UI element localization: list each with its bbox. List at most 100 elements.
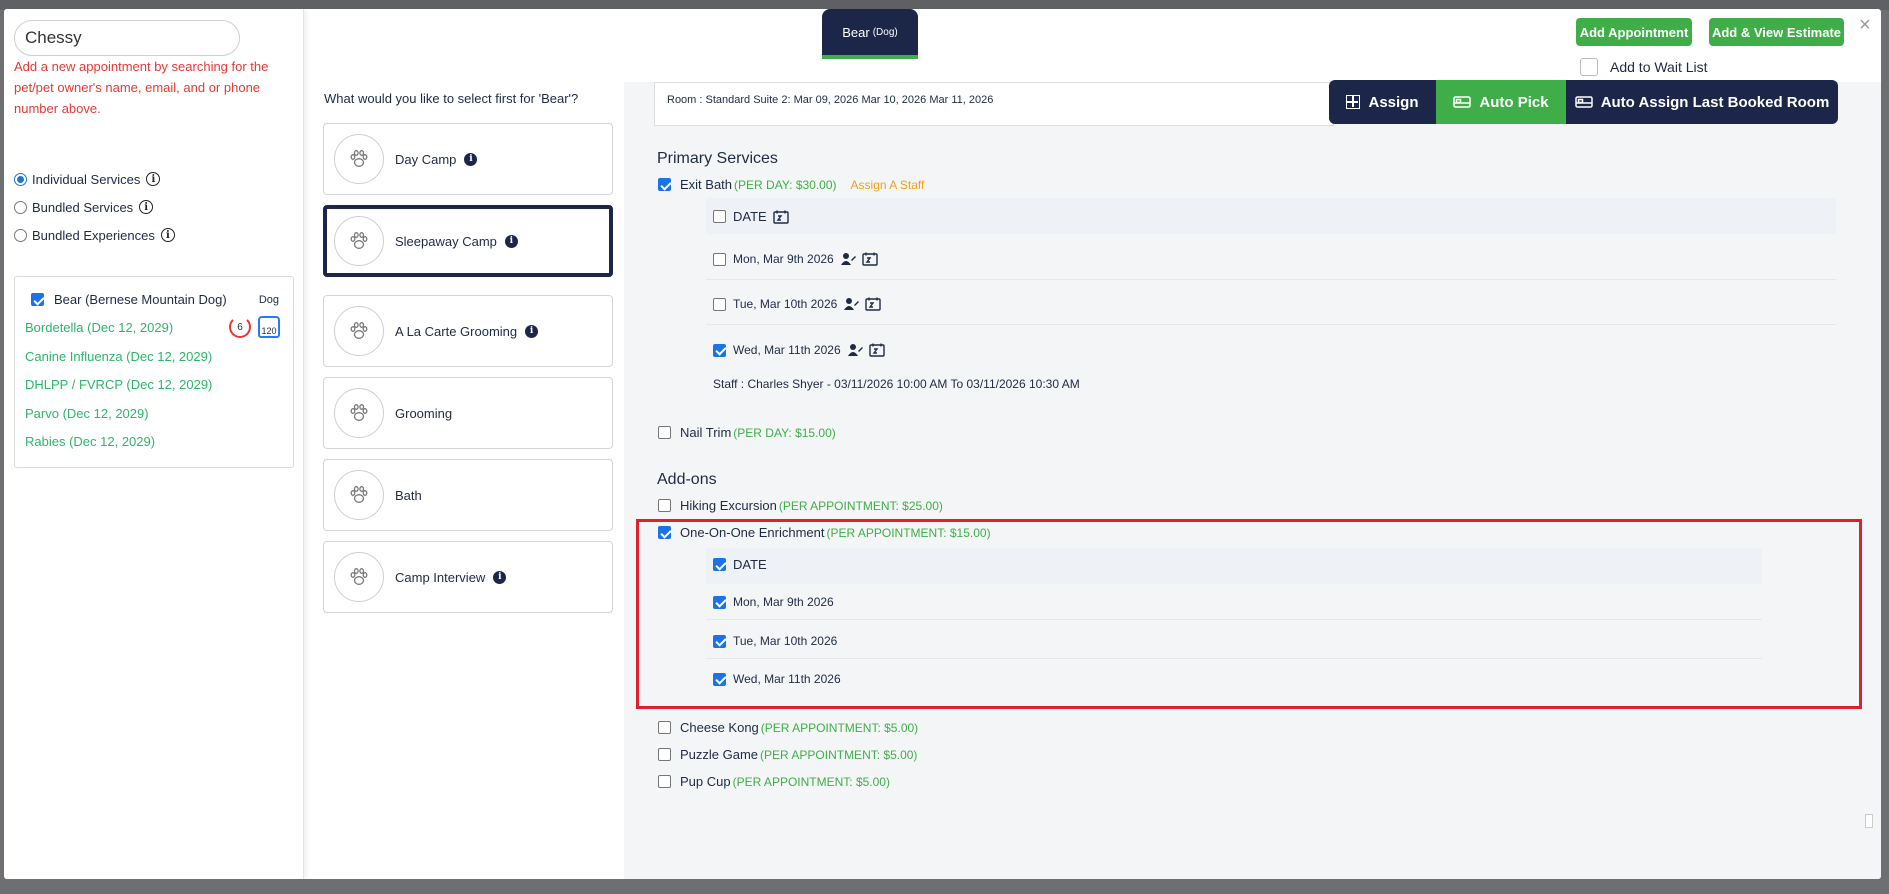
info-icon[interactable]: i bbox=[139, 200, 154, 214]
addon-cheese-kong[interactable]: Cheese Kong (PER APPOINTMENT: $5.00) bbox=[658, 720, 918, 735]
pet-name: Bear (Bernese Mountain Dog) bbox=[54, 292, 227, 307]
select-all-dates-checkbox[interactable] bbox=[713, 210, 726, 223]
paw-icon bbox=[334, 388, 384, 438]
info-icon[interactable]: i bbox=[464, 152, 478, 166]
auto-pick-button[interactable]: Auto Pick bbox=[1436, 80, 1566, 124]
pet-checkbox[interactable] bbox=[31, 293, 44, 306]
info-icon[interactable]: i bbox=[146, 172, 161, 186]
service-name: Exit Bath bbox=[680, 177, 733, 192]
calendar-assign-icon[interactable] bbox=[862, 252, 878, 266]
addon-puzzle-game[interactable]: Puzzle Game (PER APPOINTMENT: $5.00) bbox=[658, 747, 917, 762]
assign-staff-icon[interactable] bbox=[847, 343, 863, 357]
wait-list-checkbox[interactable] bbox=[1580, 58, 1598, 76]
info-icon[interactable]: i bbox=[504, 234, 518, 248]
primary-services-heading: Primary Services bbox=[657, 150, 778, 167]
date-checkbox[interactable] bbox=[713, 252, 726, 266]
pet-tab-type: (Dog) bbox=[872, 26, 898, 38]
service-nail-trim[interactable]: Nail Trim (PER DAY: $15.00) bbox=[658, 425, 836, 440]
assign-staff-icon[interactable] bbox=[840, 252, 856, 266]
weight-icon: 120 bbox=[258, 316, 280, 338]
info-icon[interactable]: i bbox=[525, 324, 539, 338]
row-divider bbox=[706, 279, 1836, 280]
addon-name: Hiking Excursion bbox=[680, 498, 777, 513]
service-card-camp-interview[interactable]: Camp Interview i bbox=[323, 541, 613, 613]
auto-assign-label: Auto Assign Last Booked Room bbox=[1600, 93, 1830, 111]
paw-icon bbox=[334, 134, 384, 184]
grid-icon bbox=[1346, 95, 1361, 109]
service-price: (PER DAY: $30.00) bbox=[734, 177, 837, 192]
addon-hiking-excursion[interactable]: Hiking Excursion (PER APPOINTMENT: $25.0… bbox=[658, 498, 943, 513]
service-label: Camp Interview bbox=[395, 569, 486, 585]
service-label: A La Carte Grooming bbox=[395, 323, 518, 339]
service-label: Bath bbox=[395, 487, 422, 503]
date-label: Mon, Mar 9th 2026 bbox=[733, 252, 834, 266]
service-card-grooming[interactable]: Grooming bbox=[323, 377, 613, 449]
radio-bundled-experiences[interactable]: Bundled Experiences i bbox=[14, 221, 175, 249]
info-icon[interactable]: i bbox=[493, 570, 507, 584]
paw-icon bbox=[334, 470, 384, 520]
radio-label: Individual Services bbox=[32, 171, 141, 187]
date-checkbox[interactable] bbox=[713, 297, 726, 311]
radio-individual-services[interactable]: Individual Services i bbox=[14, 165, 175, 193]
nail-trim-checkbox[interactable] bbox=[658, 426, 671, 439]
service-label: Day Camp bbox=[395, 151, 457, 167]
calendar-assign-icon[interactable] bbox=[773, 210, 789, 224]
add-appointment-button[interactable]: Add Appointment bbox=[1576, 18, 1692, 46]
assign-room-button[interactable]: Assign bbox=[1329, 80, 1436, 124]
addon-pup-cup[interactable]: Pup Cup (PER APPOINTMENT: $5.00) bbox=[658, 774, 890, 789]
vaccination-item: Rabies (Dec 12, 2029) bbox=[25, 434, 156, 449]
service-card-sleepaway-camp[interactable]: Sleepaway Camp i bbox=[323, 205, 613, 277]
radio-label: Bundled Services bbox=[32, 199, 134, 215]
staff-assignment: Staff : Charles Shyer - 03/11/2026 10:00… bbox=[713, 377, 1080, 391]
bed-icon bbox=[1574, 96, 1593, 108]
exit-bath-date-row[interactable]: Wed, Mar 11th 2026 bbox=[713, 343, 885, 357]
exit-bath-date-row[interactable]: Tue, Mar 10th 2026 bbox=[713, 297, 881, 311]
hiking-checkbox[interactable] bbox=[658, 499, 671, 512]
assign-label: Assign bbox=[1368, 93, 1419, 111]
search-hint: Add a new appointment by searching for t… bbox=[14, 59, 269, 116]
add-view-estimate-button[interactable]: Add & View Estimate bbox=[1709, 18, 1844, 46]
appointment-modal: Chessy Add a new appointment by searchin… bbox=[4, 9, 1881, 879]
radio-button[interactable] bbox=[14, 228, 27, 242]
service-details-panel: Room : Standard Suite 2: Mar 09, 2026 Ma… bbox=[624, 80, 1881, 879]
pet-select[interactable]: Bear (Bernese Mountain Dog) bbox=[31, 292, 227, 307]
vaccine-reminder-icon[interactable]: 6 bbox=[229, 316, 251, 338]
radio-button[interactable] bbox=[14, 200, 27, 214]
date-checkbox[interactable] bbox=[713, 343, 726, 357]
service-question: What would you like to select first for … bbox=[324, 91, 579, 106]
paw-icon bbox=[334, 216, 384, 266]
exit-bath-date-header[interactable]: DATE bbox=[713, 209, 789, 224]
pet-type: Dog bbox=[258, 294, 279, 306]
close-icon[interactable]: × bbox=[1859, 14, 1871, 37]
service-exit-bath[interactable]: Exit Bath (PER DAY: $30.00) Assign A Sta… bbox=[658, 177, 924, 192]
assign-staff-icon[interactable] bbox=[843, 297, 860, 311]
pet-tab-name: Bear bbox=[842, 24, 870, 40]
service-card-day-camp[interactable]: Day Camp i bbox=[323, 123, 613, 195]
vaccination-item: Canine Influenza (Dec 12, 2029) bbox=[25, 349, 213, 364]
exit-bath-date-row[interactable]: Mon, Mar 9th 2026 bbox=[713, 252, 878, 266]
puzzle-game-checkbox[interactable] bbox=[658, 748, 671, 761]
radio-bundled-services[interactable]: Bundled Services i bbox=[14, 193, 175, 221]
service-card-a-la-carte-grooming[interactable]: A La Carte Grooming i bbox=[323, 295, 613, 367]
vaccination-item: Parvo (Dec 12, 2029) bbox=[25, 406, 149, 421]
pet-tab-bear[interactable]: Bear (Dog) bbox=[822, 9, 918, 59]
cheese-kong-checkbox[interactable] bbox=[658, 721, 671, 734]
pup-cup-checkbox[interactable] bbox=[658, 775, 671, 788]
radio-button[interactable] bbox=[14, 172, 27, 186]
calendar-assign-icon[interactable] bbox=[868, 343, 885, 357]
addon-price: (PER APPOINTMENT: $5.00) bbox=[732, 774, 890, 789]
scrollbar-thumb[interactable] bbox=[1865, 814, 1873, 828]
service-card-bath[interactable]: Bath bbox=[323, 459, 613, 531]
exit-bath-checkbox[interactable] bbox=[658, 178, 671, 191]
service-type-radios: Individual Services i Bundled Services i… bbox=[14, 165, 175, 249]
date-label: Tue, Mar 10th 2026 bbox=[733, 297, 838, 311]
wait-list-option[interactable]: Add to Wait List bbox=[1580, 58, 1708, 76]
date-label: Wed, Mar 11th 2026 bbox=[733, 343, 841, 357]
search-input[interactable]: Chessy bbox=[14, 20, 240, 56]
addon-name: Cheese Kong bbox=[680, 720, 759, 735]
info-icon[interactable]: i bbox=[160, 228, 175, 242]
assign-staff-link[interactable]: Assign A Staff bbox=[851, 178, 925, 192]
row-divider bbox=[706, 324, 1836, 325]
auto-assign-last-room-button[interactable]: Auto Assign Last Booked Room bbox=[1566, 80, 1838, 124]
calendar-assign-icon[interactable] bbox=[865, 297, 881, 311]
